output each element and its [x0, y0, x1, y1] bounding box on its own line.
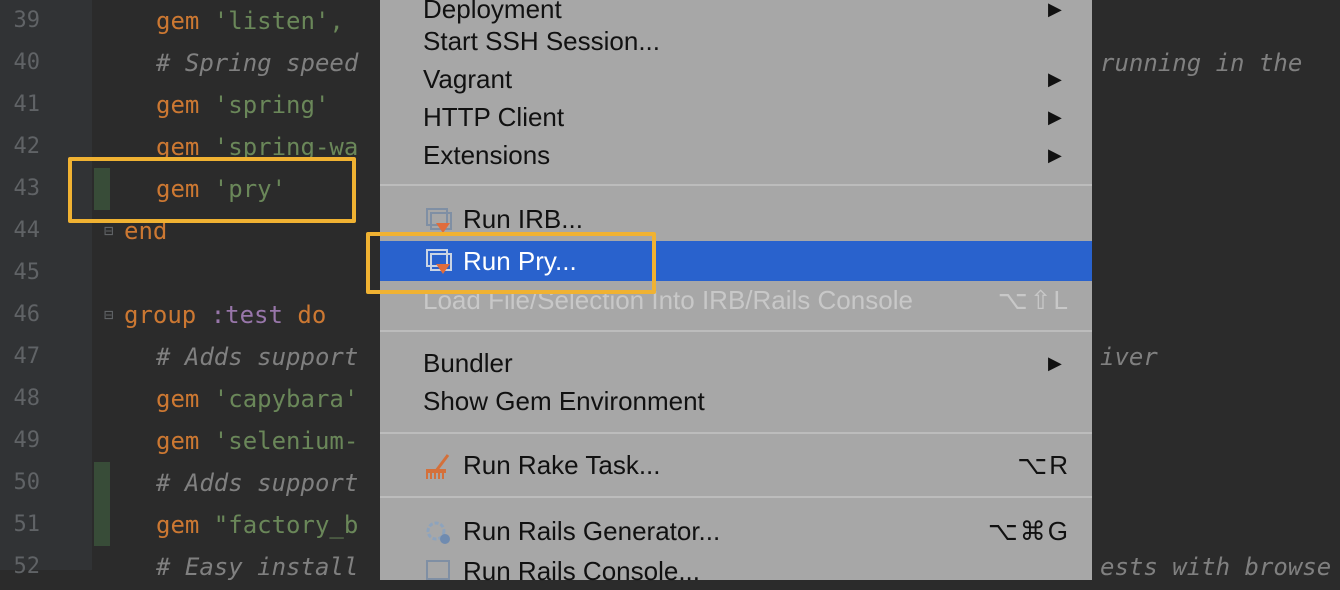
code-line[interactable]: gem "factory_b	[156, 504, 358, 546]
menu-item-label: Run Rake Task...	[463, 450, 661, 480]
highlight-box-run-pry	[366, 232, 656, 294]
rails-generator-icon	[426, 521, 450, 544]
change-marker	[94, 462, 110, 546]
line-number: 48	[13, 386, 41, 411]
menu-item-label: Vagrant	[423, 64, 513, 94]
line-number: 39	[13, 8, 41, 33]
code-line[interactable]: # Easy install	[156, 546, 358, 588]
menu-item-show-gem-environment[interactable]: Show Gem Environment	[380, 382, 1092, 420]
code-token: "factory_b	[213, 511, 359, 539]
highlight-box-gem-pry	[68, 157, 356, 223]
line-number: 40	[13, 50, 41, 75]
line-number: 45	[13, 260, 41, 285]
menu-item-label: Run Rails Console...	[463, 556, 700, 586]
code-token: # Adds support	[156, 469, 359, 497]
code-token: # Easy install	[156, 553, 359, 581]
rake-icon	[426, 454, 450, 479]
menu-separator	[380, 330, 1092, 332]
code-token: gem	[156, 91, 214, 119]
menu-item-vagrant[interactable]: Vagrant ▶	[380, 60, 1092, 98]
irb-console-icon	[426, 208, 452, 233]
code-line[interactable]: gem 'selenium-	[156, 420, 358, 462]
line-number: 51	[13, 512, 41, 537]
submenu-arrow-icon: ▶	[1048, 107, 1062, 127]
submenu-arrow-icon: ▶	[1048, 145, 1062, 165]
line-number: 44	[13, 218, 41, 243]
code-line[interactable]: # Adds support	[156, 462, 358, 504]
code-token: gem	[156, 7, 214, 35]
code-token: :test	[210, 301, 298, 329]
code-token: 'listen',	[213, 7, 359, 35]
code-token: group	[124, 301, 211, 329]
submenu-arrow-icon: ▶	[1048, 69, 1062, 89]
line-number: 50	[13, 470, 41, 495]
line-number: 52	[13, 554, 41, 579]
menu-item-label: Run Rails Generator...	[463, 516, 721, 546]
code-token: gem	[156, 511, 214, 539]
code-token: gem	[156, 385, 214, 413]
line-number: 46	[13, 302, 41, 327]
line-number: 47	[13, 344, 41, 369]
menu-item-extensions[interactable]: Extensions ▶	[380, 136, 1092, 174]
menu-separator	[380, 432, 1092, 434]
code-line-tail: iver	[1100, 343, 1158, 371]
menu-item-bundler[interactable]: Bundler ▶	[380, 344, 1092, 382]
menu-separator	[380, 184, 1092, 186]
menu-item-run-rake-task[interactable]: Run Rake Task... ⌥R	[380, 446, 1092, 484]
line-number: 49	[13, 428, 41, 453]
rails-console-icon	[426, 560, 450, 580]
code-token: 'capybara'	[213, 385, 359, 413]
code-token: 'selenium-	[213, 427, 359, 455]
code-token: # Spring speed	[156, 49, 359, 77]
menu-item-http-client[interactable]: HTTP Client ▶	[380, 98, 1092, 136]
menu-item-shortcut: ⌥⇧L	[997, 285, 1070, 315]
code-token: gem	[156, 427, 214, 455]
menu-item-label: HTTP Client	[423, 102, 565, 132]
line-number: 43	[13, 176, 41, 201]
menu-item-label: Show Gem Environment	[423, 386, 705, 416]
fold-start-icon[interactable]: ⊟	[104, 294, 114, 336]
menu-item-start-ssh-session[interactable]: Start SSH Session...	[380, 22, 1092, 60]
code-line[interactable]: group :test do	[124, 294, 326, 336]
menu-item-run-rails-console[interactable]: Run Rails Console...	[380, 552, 1092, 590]
code-token: # Adds support	[156, 343, 359, 371]
code-line[interactable]: # Spring speed	[156, 42, 358, 84]
code-line-tail: running in the	[1100, 49, 1303, 77]
code-line[interactable]: # Adds support	[156, 336, 358, 378]
line-number: 41	[13, 92, 41, 117]
code-line[interactable]: gem 'listen',	[156, 0, 358, 42]
menu-item-label: Bundler	[423, 348, 513, 378]
code-token: 'spring'	[213, 91, 330, 119]
code-line[interactable]: gem 'spring'	[156, 84, 329, 126]
code-line-tail: ests with browse	[1100, 553, 1332, 581]
code-token: do	[297, 301, 327, 329]
menu-item-run-rails-generator[interactable]: Run Rails Generator... ⌥⌘G	[380, 512, 1092, 550]
code-line[interactable]: gem 'capybara'	[156, 378, 358, 420]
line-number: 42	[13, 134, 41, 159]
menu-item-label: Start SSH Session...	[423, 26, 660, 56]
menu-item-shortcut: ⌥R	[1017, 450, 1070, 480]
menu-item-shortcut: ⌥⌘G	[987, 516, 1070, 546]
menu-separator	[380, 496, 1092, 498]
submenu-arrow-icon: ▶	[1048, 353, 1062, 373]
menu-item-label: Extensions	[423, 140, 551, 170]
